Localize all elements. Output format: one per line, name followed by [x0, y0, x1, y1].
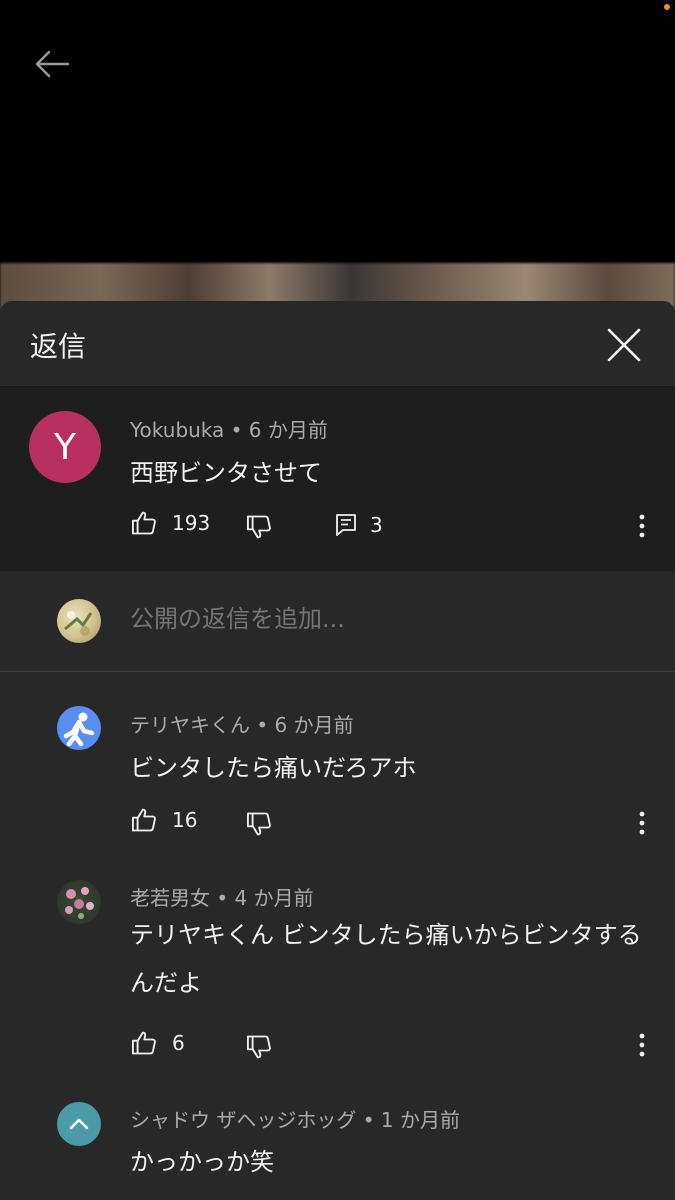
avatar[interactable] — [57, 1102, 101, 1146]
dislike-button[interactable] — [245, 810, 273, 838]
back-arrow-icon — [35, 50, 70, 78]
comment-time: • 1 か月前 — [362, 1108, 460, 1132]
thumbs-down-icon — [246, 515, 271, 539]
reply-icon — [336, 514, 356, 536]
author-name[interactable]: シャドウ ザヘッジホッグ — [130, 1108, 356, 1132]
thumbs-up-icon — [131, 511, 156, 535]
comment-time: • 4 か月前 — [216, 886, 314, 910]
panel-header: 返信 — [0, 301, 675, 387]
avatar[interactable] — [57, 880, 101, 924]
video-area — [0, 0, 675, 300]
like-count: 16 — [172, 808, 198, 832]
more-vert-icon — [639, 514, 645, 538]
author-name[interactable]: Yokubuka — [130, 418, 224, 442]
thumbs-down-icon — [246, 1035, 271, 1059]
dislike-button[interactable] — [245, 1033, 273, 1061]
user-avatar — [57, 599, 101, 643]
like-button[interactable]: 16 — [130, 806, 197, 834]
like-count: 193 — [172, 511, 211, 535]
comment-time: • 6 か月前 — [230, 418, 328, 442]
more-options-button[interactable] — [630, 511, 654, 541]
avatar[interactable]: Y — [29, 411, 101, 483]
comment-meta: シャドウ ザヘッジホッグ • 1 か月前 — [130, 1104, 460, 1133]
author-name[interactable]: テリヤキくん — [130, 713, 250, 737]
chevron-up-icon — [69, 1118, 89, 1130]
comment-meta: テリヤキくん • 6 か月前 — [130, 709, 354, 738]
comment-meta: Yokubuka • 6 か月前 — [130, 414, 328, 443]
close-icon — [607, 328, 641, 362]
panel-title: 返信 — [30, 330, 87, 363]
more-options-button[interactable] — [630, 1030, 654, 1060]
author-name[interactable]: 老若男女 — [130, 886, 210, 910]
comment-meta: 老若男女 • 4 か月前 — [130, 882, 314, 911]
add-reply-input[interactable] — [130, 605, 610, 633]
comment-time: • 6 か月前 — [256, 713, 354, 737]
thumbs-up-icon — [131, 808, 156, 832]
reply-count: 3 — [370, 513, 383, 537]
add-reply-row — [0, 571, 675, 672]
like-count: 6 — [172, 1031, 185, 1055]
thumbs-down-icon — [246, 812, 271, 836]
avatar[interactable] — [57, 706, 101, 750]
replies-panel: 返信 Y Yokubuka • 6 か月前 西野ビンタさせて 193 3 公開の… — [0, 301, 675, 1200]
reply-count-button[interactable]: 3 — [334, 512, 383, 538]
like-button[interactable]: 193 — [130, 509, 210, 537]
status-indicator — [664, 4, 670, 10]
like-button[interactable]: 6 — [130, 1029, 185, 1057]
more-vert-icon — [639, 1033, 645, 1057]
more-vert-icon — [639, 811, 645, 835]
comment-text: 西野ビンタさせて — [130, 459, 322, 487]
comment-text: テリヤキくん ビンタしたら痛いからビンタするんだよ — [130, 921, 642, 997]
parent-comment: Y Yokubuka • 6 か月前 西野ビンタさせて 193 3 — [0, 387, 675, 571]
comment-text: ビンタしたら痛いだろアホ — [130, 754, 417, 782]
back-button[interactable] — [30, 44, 74, 84]
more-options-button[interactable] — [630, 808, 654, 838]
comment-text: かっかっか笑 — [130, 1148, 274, 1176]
thumbs-up-icon — [131, 1031, 156, 1055]
dislike-button[interactable] — [245, 513, 273, 541]
close-button[interactable] — [600, 321, 648, 369]
